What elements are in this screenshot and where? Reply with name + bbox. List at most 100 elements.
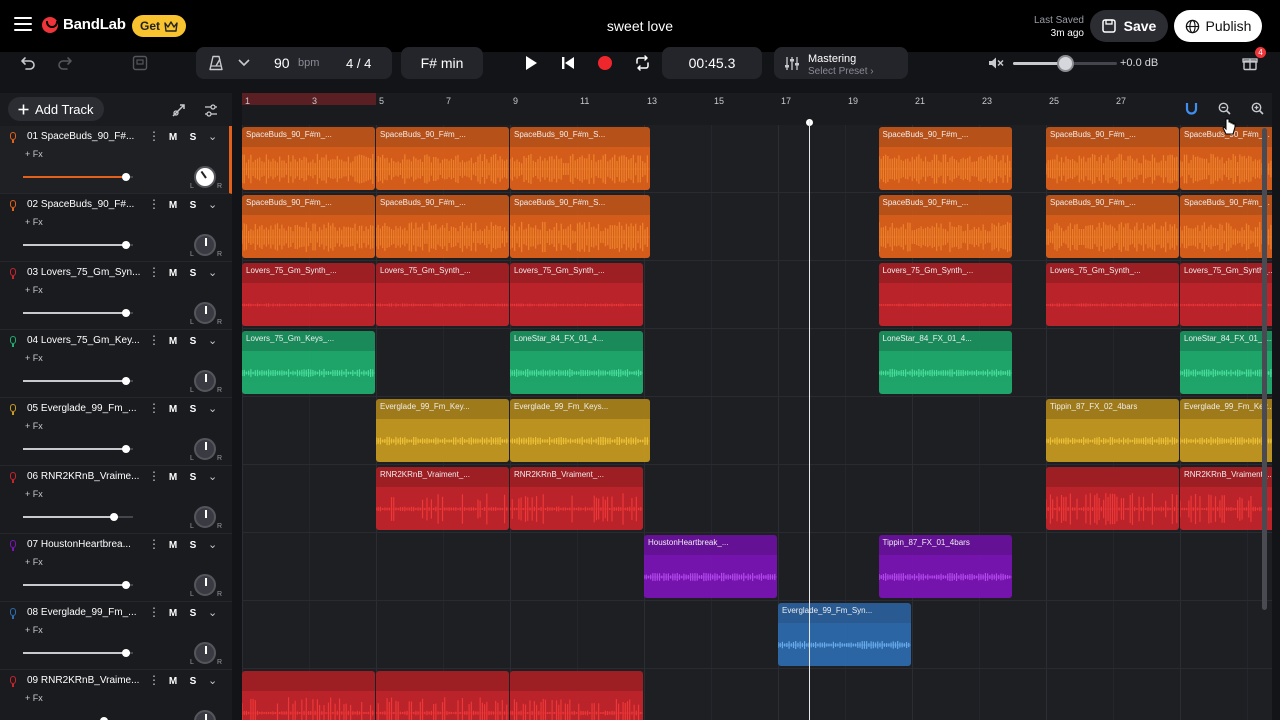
audio-clip[interactable]: SpaceBuds_90_F#m_... [878, 127, 1012, 190]
track-volume-knob[interactable] [121, 581, 130, 589]
more-options-icon[interactable]: ⋮ [148, 469, 160, 483]
chevron-down-icon[interactable]: ⌄ [208, 470, 217, 483]
track-name[interactable]: 03 Lovers_75_Gm_Syn... [27, 267, 143, 278]
track-lane[interactable]: Everglade_99_Fm_Syn... [242, 601, 1272, 669]
solo-button[interactable]: S [184, 130, 202, 146]
track-volume-slider[interactable] [23, 652, 133, 654]
chevron-down-icon[interactable]: ⌄ [208, 606, 217, 619]
track-header[interactable]: 01 SpaceBuds_90_F#... ⋮ M S ⌄ + Fx L R [0, 126, 232, 194]
pan-knob[interactable] [194, 370, 216, 392]
mute-button[interactable]: M [164, 266, 182, 282]
track-settings-icon[interactable] [201, 100, 221, 120]
audio-clip[interactable]: Everglade_99_Fm_Key... [1180, 399, 1272, 462]
pan-knob[interactable] [194, 642, 216, 664]
vertical-scrollbar[interactable] [1262, 128, 1267, 610]
audio-clip[interactable]: Everglade_99_Fm_Keys... [510, 399, 650, 462]
chevron-down-icon[interactable]: ⌄ [208, 674, 217, 687]
track-volume-knob[interactable] [121, 445, 130, 453]
pan-knob[interactable] [194, 710, 216, 720]
track-lane[interactable] [242, 669, 1272, 720]
save-button[interactable]: Save [1090, 10, 1168, 42]
more-options-icon[interactable]: ⋮ [148, 537, 160, 551]
audio-clip[interactable]: SpaceBuds_90_F#m_... [376, 127, 509, 190]
track-header[interactable]: 05 Everglade_99_Fm_... ⋮ M S ⌄ + Fx L R [0, 398, 232, 466]
audio-clip[interactable]: LoneStar_84_FX_01_4... [1180, 331, 1272, 394]
audio-clip[interactable]: SpaceBuds_90_F#m_... [1180, 195, 1272, 258]
mute-button[interactable]: M [164, 130, 182, 146]
audio-clip[interactable]: Lovers_75_Gm_Keys_... [242, 331, 375, 394]
track-volume-slider[interactable] [23, 380, 133, 382]
add-fx-button[interactable]: + Fx [25, 149, 43, 159]
undo-icon[interactable] [17, 52, 39, 74]
track-name[interactable]: 04 Lovers_75_Gm_Key... [27, 335, 143, 346]
audio-clip[interactable]: SpaceBuds_90_F#m_... [1046, 195, 1179, 258]
track-volume-knob[interactable] [121, 309, 130, 317]
audio-clip[interactable]: SpaceBuds_90_F#m_S... [510, 195, 650, 258]
playhead[interactable] [809, 120, 810, 720]
audio-clip[interactable]: Lovers_75_Gm_Synth_... [1046, 263, 1179, 326]
mute-button[interactable]: M [164, 470, 182, 486]
song-title[interactable]: sweet love [540, 18, 740, 34]
mute-button[interactable]: M [164, 606, 182, 622]
solo-button[interactable]: S [184, 198, 202, 214]
audio-clip[interactable] [242, 671, 375, 720]
audio-clip[interactable]: Lovers_75_Gm_Synth_... [510, 263, 643, 326]
pan-knob[interactable] [194, 506, 216, 528]
magnet-snap-icon[interactable] [1183, 102, 1199, 118]
more-options-icon[interactable]: ⋮ [148, 265, 160, 279]
add-fx-button[interactable]: + Fx [25, 693, 43, 703]
track-volume-knob[interactable] [121, 241, 130, 249]
arrangement-view[interactable]: SpaceBuds_90_F#m_... SpaceBuds_90_F#m_...… [242, 125, 1272, 720]
pan-knob[interactable] [194, 302, 216, 324]
chevron-down-icon[interactable]: ⌄ [208, 198, 217, 211]
solo-button[interactable]: S [184, 266, 202, 282]
audio-clip[interactable]: Everglade_99_Fm_Key... [376, 399, 509, 462]
time-display[interactable]: 00:45.3 [662, 47, 762, 79]
track-header[interactable]: 08 Everglade_99_Fm_... ⋮ M S ⌄ + Fx L R [0, 602, 232, 670]
add-fx-button[interactable]: + Fx [25, 557, 43, 567]
more-options-icon[interactable]: ⋮ [148, 673, 160, 687]
chevron-down-icon[interactable]: ⌄ [208, 334, 217, 347]
audio-clip[interactable]: LoneStar_84_FX_01_4... [510, 331, 643, 394]
add-fx-button[interactable]: + Fx [25, 625, 43, 635]
more-options-icon[interactable]: ⋮ [148, 129, 160, 143]
track-header[interactable]: 03 Lovers_75_Gm_Syn... ⋮ M S ⌄ + Fx L R [0, 262, 232, 330]
more-options-icon[interactable]: ⋮ [148, 333, 160, 347]
audio-clip[interactable]: RNR2KRnB_Vraiment_... [1180, 467, 1272, 530]
zoom-in-icon[interactable] [1249, 102, 1265, 118]
track-name[interactable]: 09 RNR2KRnB_Vraime... [27, 675, 143, 686]
play-icon[interactable] [520, 52, 542, 74]
track-lane[interactable]: Lovers_75_Gm_Keys_... LoneStar_84_FX_01_4… [242, 329, 1272, 397]
add-fx-button[interactable]: + Fx [25, 489, 43, 499]
audio-clip[interactable]: SpaceBuds_90_F#m_... [242, 195, 375, 258]
audio-clip[interactable]: SpaceBuds_90_F#m_... [1046, 127, 1179, 190]
audio-clip[interactable]: HoustonHeartbreak_... [644, 535, 777, 598]
audio-clip[interactable]: Everglade_99_Fm_Syn... [778, 603, 911, 666]
automation-icon[interactable] [168, 100, 188, 120]
more-options-icon[interactable]: ⋮ [148, 197, 160, 211]
solo-button[interactable]: S [184, 334, 202, 350]
audio-clip[interactable]: Lovers_75_Gm_Synth_... [878, 263, 1012, 326]
mute-button[interactable]: M [164, 334, 182, 350]
track-header[interactable]: 04 Lovers_75_Gm_Key... ⋮ M S ⌄ + Fx L R [0, 330, 232, 398]
chevron-down-icon[interactable] [238, 59, 250, 67]
record-icon[interactable] [594, 52, 616, 74]
metronome-icon[interactable] [208, 55, 224, 71]
audio-clip[interactable]: Tippin_87_FX_02_4bars [1046, 399, 1179, 462]
audio-clip[interactable]: SpaceBuds_90_F#m_... [376, 195, 509, 258]
track-volume-knob[interactable] [121, 649, 130, 657]
track-lane[interactable]: RNR2KRnB_Vraiment_... RNR2KRnB_Vraiment_.… [242, 465, 1272, 533]
track-header[interactable]: 09 RNR2KRnB_Vraime... ⋮ M S ⌄ + Fx L R [0, 670, 232, 720]
track-volume-knob[interactable] [121, 377, 130, 385]
track-lane[interactable]: SpaceBuds_90_F#m_... SpaceBuds_90_F#m_...… [242, 193, 1272, 261]
track-volume-slider[interactable] [23, 244, 133, 246]
track-name[interactable]: 01 SpaceBuds_90_F#... [27, 131, 143, 142]
track-name[interactable]: 05 Everglade_99_Fm_... [27, 403, 143, 414]
key-selector[interactable]: F# min [401, 47, 483, 79]
track-name[interactable]: 08 Everglade_99_Fm_... [27, 607, 143, 618]
track-volume-slider[interactable] [23, 176, 133, 178]
track-lane[interactable]: Everglade_99_Fm_Key... Everglade_99_Fm_Ke… [242, 397, 1272, 465]
audio-clip[interactable]: SpaceBuds_90_F#m_... [1180, 127, 1272, 190]
publish-button[interactable]: Publish [1174, 10, 1262, 42]
add-track-button[interactable]: Add Track [8, 97, 104, 121]
